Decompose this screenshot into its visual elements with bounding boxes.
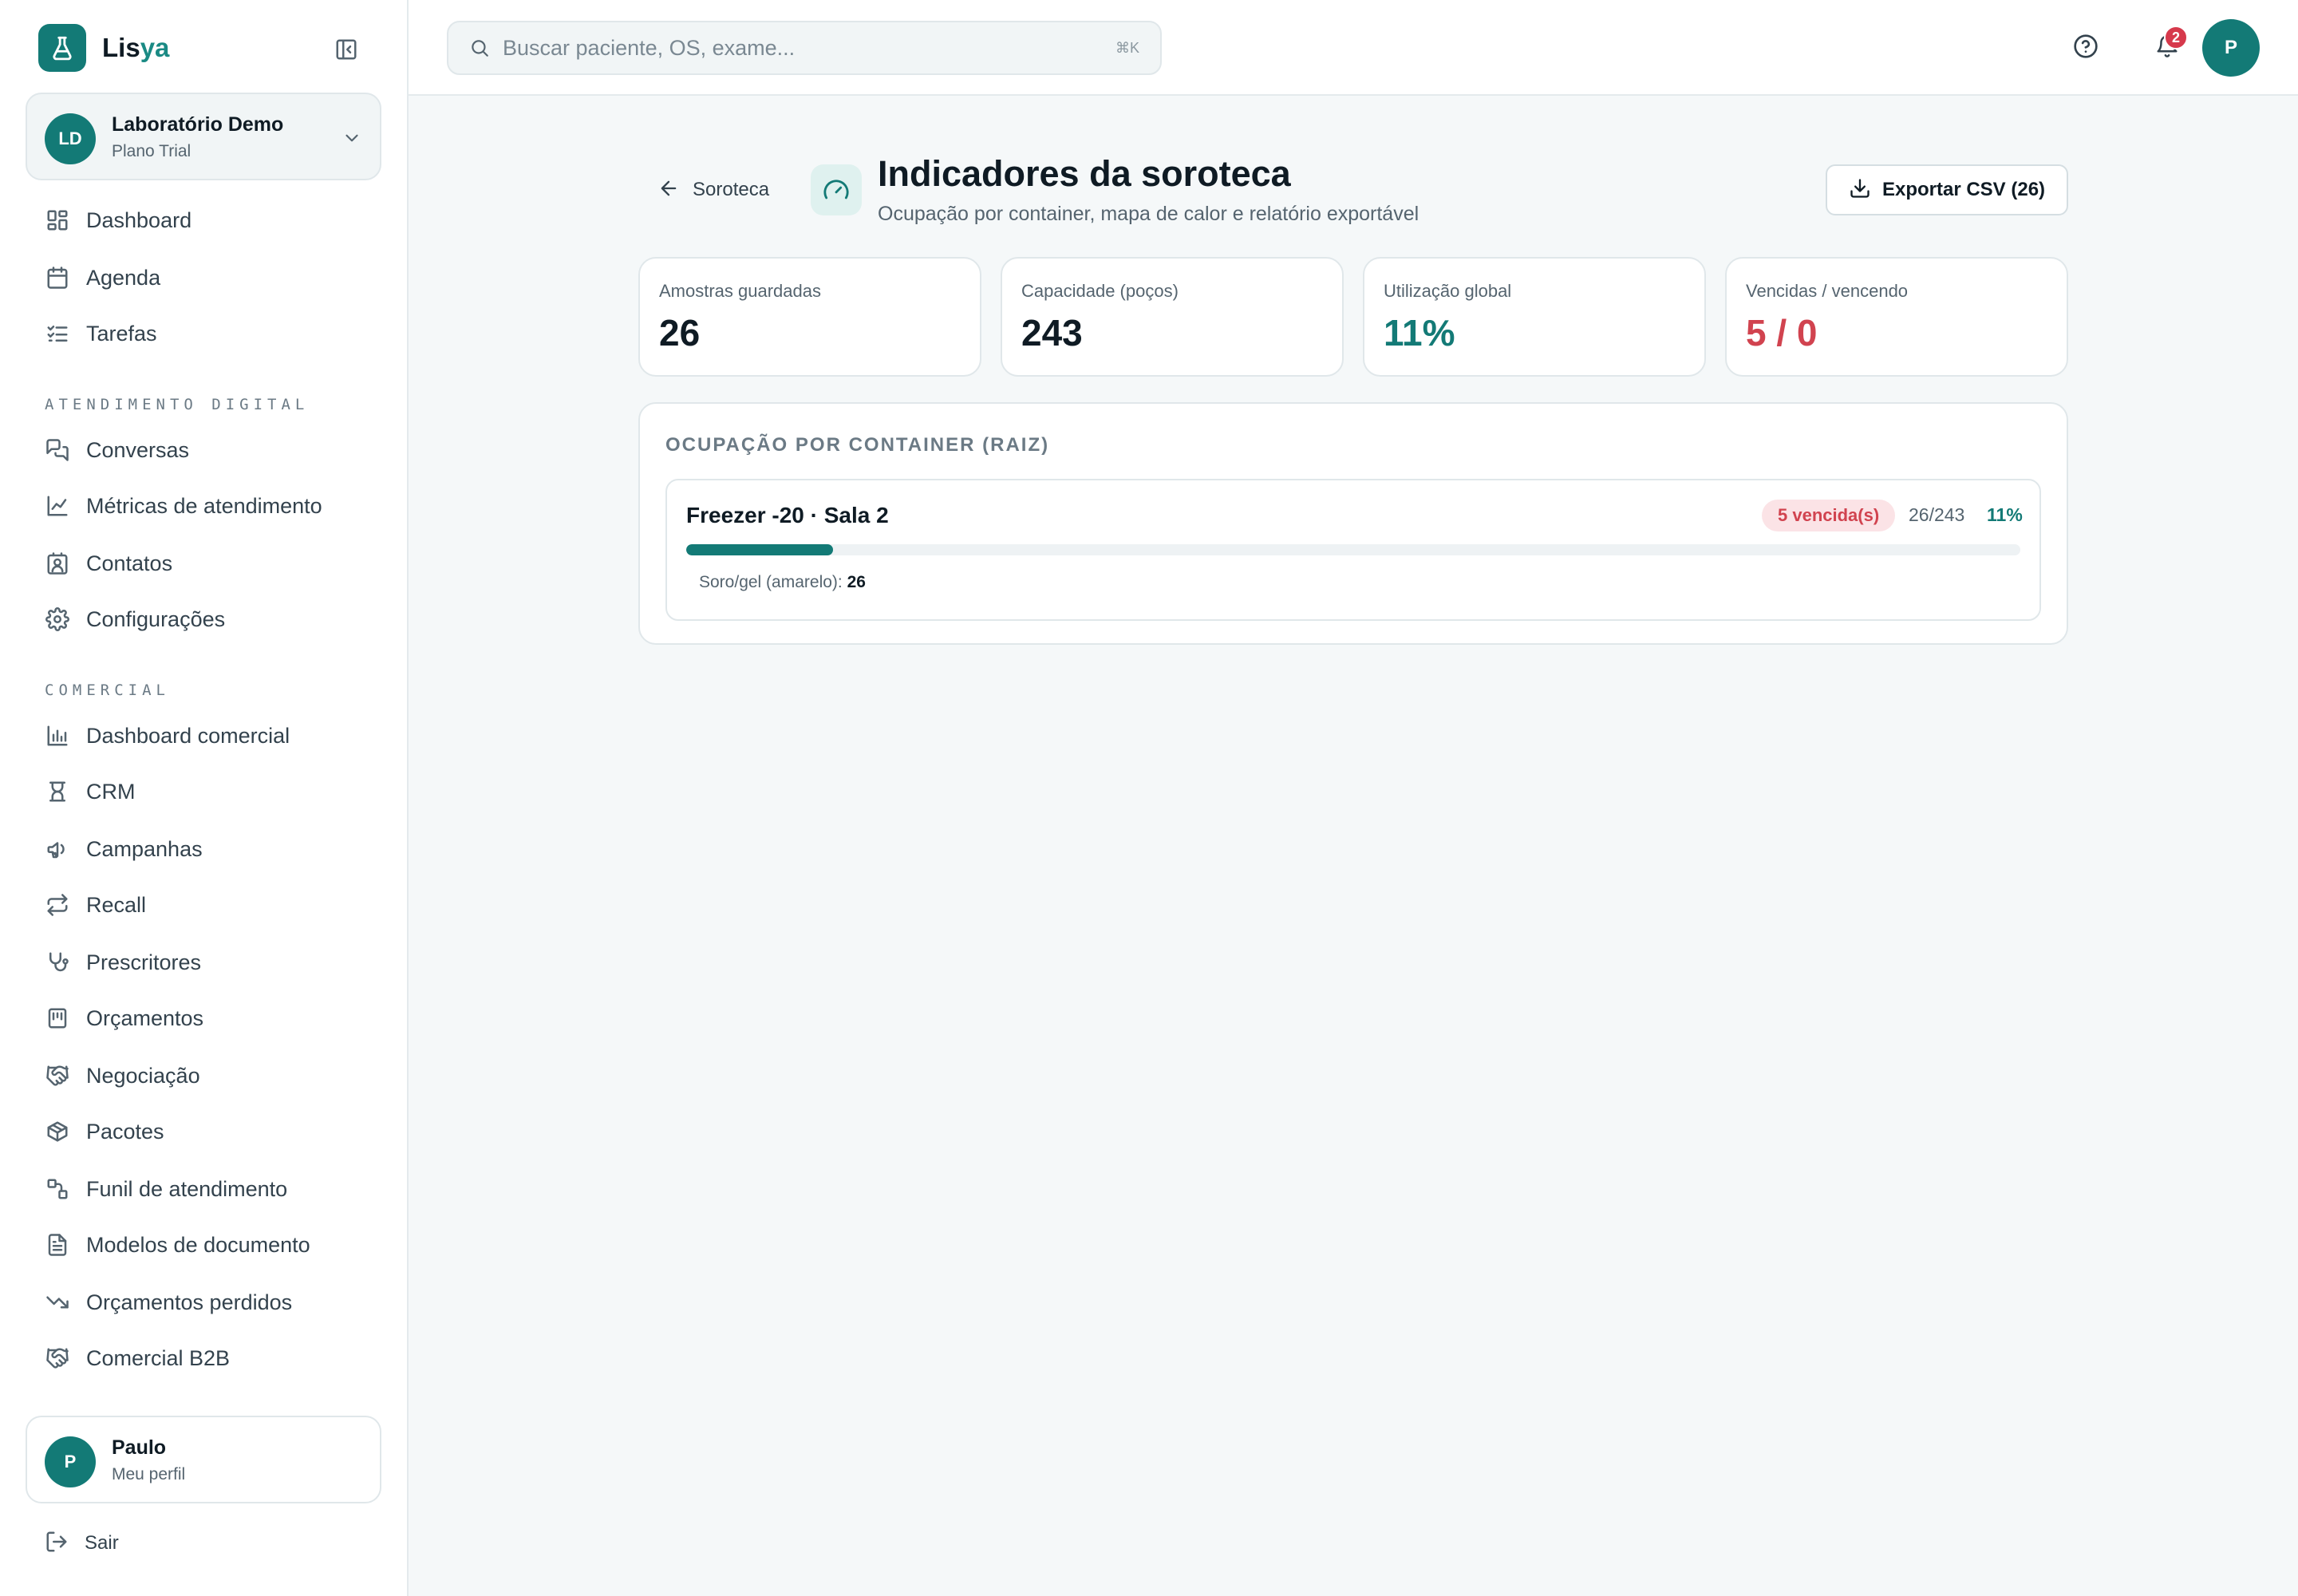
container-ratio: 26/243 bbox=[1909, 504, 1965, 525]
search-icon bbox=[468, 36, 492, 60]
sidebar-item-dashboard-comercial[interactable]: Dashboard comercial bbox=[45, 718, 290, 753]
section-label-comercial: COMERCIAL bbox=[45, 681, 170, 699]
sidebar-item-configuracoes[interactable]: Configurações bbox=[45, 602, 225, 637]
sidebar-item-modelos[interactable]: Modelos de documento bbox=[45, 1227, 310, 1262]
org-plan: Plano Trial bbox=[112, 142, 192, 160]
sidebar-item-conversas[interactable]: Conversas bbox=[45, 433, 189, 468]
gear-icon bbox=[45, 606, 70, 632]
sidebar-item-funil[interactable]: Funil de atendimento bbox=[45, 1171, 287, 1207]
sidebar-item-crm[interactable]: CRM bbox=[45, 774, 136, 809]
dashboard-icon bbox=[45, 207, 70, 233]
kpi-label: Amostras guardadas bbox=[659, 281, 821, 301]
sidebar-item-negociacao[interactable]: Negociação bbox=[45, 1058, 200, 1093]
trending-down-icon bbox=[45, 1290, 70, 1315]
bar-chart-icon bbox=[45, 723, 70, 749]
stethoscope-icon bbox=[45, 950, 70, 975]
search-input[interactable] bbox=[503, 35, 1077, 61]
kpi-card-utilizacao: Utilização global 11% bbox=[1363, 257, 1706, 377]
sidebar-item-tarefas[interactable]: Tarefas bbox=[45, 316, 157, 351]
package-icon bbox=[45, 1119, 70, 1144]
megaphone-icon bbox=[45, 836, 70, 862]
line-chart-icon bbox=[45, 493, 70, 519]
kpi-label: Utilização global bbox=[1384, 281, 1512, 301]
calendar-icon bbox=[45, 265, 70, 290]
handshake-icon bbox=[45, 1345, 70, 1371]
container-percent: 11% bbox=[1987, 504, 2023, 525]
sidebar-item-agenda[interactable]: Agenda bbox=[45, 260, 160, 295]
container-detail: Soro/gel (amarelo): 26 bbox=[699, 573, 866, 591]
profile-avatar: P bbox=[45, 1436, 96, 1487]
logout-button[interactable]: Sair bbox=[45, 1526, 119, 1561]
sidebar-item-dashboard[interactable]: Dashboard bbox=[45, 203, 192, 238]
logout-icon bbox=[45, 1530, 69, 1558]
handshake-icon bbox=[45, 1063, 70, 1088]
topbar: ⌘K 2 P bbox=[409, 0, 2298, 96]
app-root: Lisya LD Laboratório Demo Plano Trial Da… bbox=[0, 0, 2298, 1596]
container-name: Freezer -20 · Sala 2 bbox=[686, 503, 889, 527]
brand[interactable]: Lisya bbox=[38, 24, 169, 72]
contact-icon bbox=[45, 551, 70, 576]
sidebar-item-orcamentos[interactable]: Orçamentos bbox=[45, 1001, 203, 1036]
gauge-icon bbox=[811, 164, 862, 215]
sidebar-item-metricas[interactable]: Métricas de atendimento bbox=[45, 488, 322, 523]
export-csv-button[interactable]: Exportar CSV (26) bbox=[1826, 164, 2068, 215]
kpi-card-amostras: Amostras guardadas 26 bbox=[638, 257, 981, 377]
repeat-icon bbox=[45, 892, 70, 918]
page-subtitle: Ocupação por container, mapa de calor e … bbox=[878, 203, 1419, 225]
notification-badge: 2 bbox=[2164, 26, 2188, 49]
kpi-label: Capacidade (poços) bbox=[1021, 281, 1179, 301]
kpi-value: 5 / 0 bbox=[1746, 312, 1818, 354]
checklist-icon bbox=[45, 321, 70, 346]
receipt-icon bbox=[45, 1005, 70, 1031]
occupancy-progress-track bbox=[686, 544, 2020, 555]
profile-link: Meu perfil bbox=[112, 1465, 186, 1483]
help-icon bbox=[2073, 34, 2099, 63]
org-switcher[interactable]: LD Laboratório Demo Plano Trial bbox=[26, 93, 381, 180]
crm-icon bbox=[45, 779, 70, 804]
kpi-card-capacidade: Capacidade (poços) 243 bbox=[1001, 257, 1344, 377]
chat-icon bbox=[45, 437, 70, 463]
brand-name: Lisya bbox=[102, 33, 170, 62]
sidebar-item-campanhas[interactable]: Campanhas bbox=[45, 832, 203, 867]
chevron-down-icon bbox=[342, 128, 362, 152]
kpi-card-vencidas: Vencidas / vencendo 5 / 0 bbox=[1725, 257, 2068, 377]
sidebar-item-comercial-b2b[interactable]: Comercial B2B bbox=[45, 1341, 230, 1376]
flask-icon bbox=[38, 24, 86, 72]
document-icon bbox=[45, 1232, 70, 1258]
profile-name: Paulo bbox=[112, 1436, 167, 1459]
back-link[interactable]: Soroteca bbox=[657, 174, 769, 206]
download-icon bbox=[1849, 177, 1871, 203]
occupancy-panel: OCUPAÇÃO POR CONTAINER (RAIZ) Freezer -2… bbox=[638, 402, 2068, 645]
expired-badge: 5 vencida(s) bbox=[1762, 500, 1896, 531]
section-label-digital: ATENDIMENTO DIGITAL bbox=[45, 396, 310, 413]
occupancy-progress-fill bbox=[686, 544, 833, 555]
profile-card[interactable]: P Paulo Meu perfil bbox=[26, 1416, 381, 1503]
arrow-left-icon bbox=[657, 177, 680, 203]
user-avatar[interactable]: P bbox=[2202, 19, 2260, 77]
search-bar[interactable]: ⌘K bbox=[447, 21, 1162, 75]
sidebar-item-orcamentos-perdidos[interactable]: Orçamentos perdidos bbox=[45, 1285, 292, 1320]
org-name: Laboratório Demo bbox=[112, 113, 284, 136]
sidebar-item-contatos[interactable]: Contatos bbox=[45, 546, 172, 581]
kpi-label: Vencidas / vencendo bbox=[1746, 281, 1909, 301]
panel-title: OCUPAÇÃO POR CONTAINER (RAIZ) bbox=[665, 434, 1050, 456]
kpi-value: 243 bbox=[1021, 312, 1083, 354]
search-shortcut: ⌘K bbox=[1115, 40, 1139, 56]
sidebar-item-recall[interactable]: Recall bbox=[45, 887, 146, 922]
page-title: Indicadores da soroteca bbox=[878, 153, 1291, 194]
kpi-value: 11% bbox=[1384, 312, 1455, 354]
sidebar-item-pacotes[interactable]: Pacotes bbox=[45, 1114, 164, 1149]
container-card[interactable]: Freezer -20 · Sala 2 5 vencida(s) 26/243… bbox=[665, 479, 2041, 621]
sidebar-collapse-icon[interactable] bbox=[330, 35, 362, 64]
funnel-icon bbox=[45, 1176, 70, 1202]
help-button[interactable] bbox=[2070, 32, 2102, 64]
org-avatar: LD bbox=[45, 113, 96, 164]
sidebar-item-prescritores[interactable]: Prescritores bbox=[45, 945, 201, 980]
kpi-value: 26 bbox=[659, 312, 701, 354]
sidebar: Lisya LD Laboratório Demo Plano Trial Da… bbox=[0, 0, 409, 1596]
